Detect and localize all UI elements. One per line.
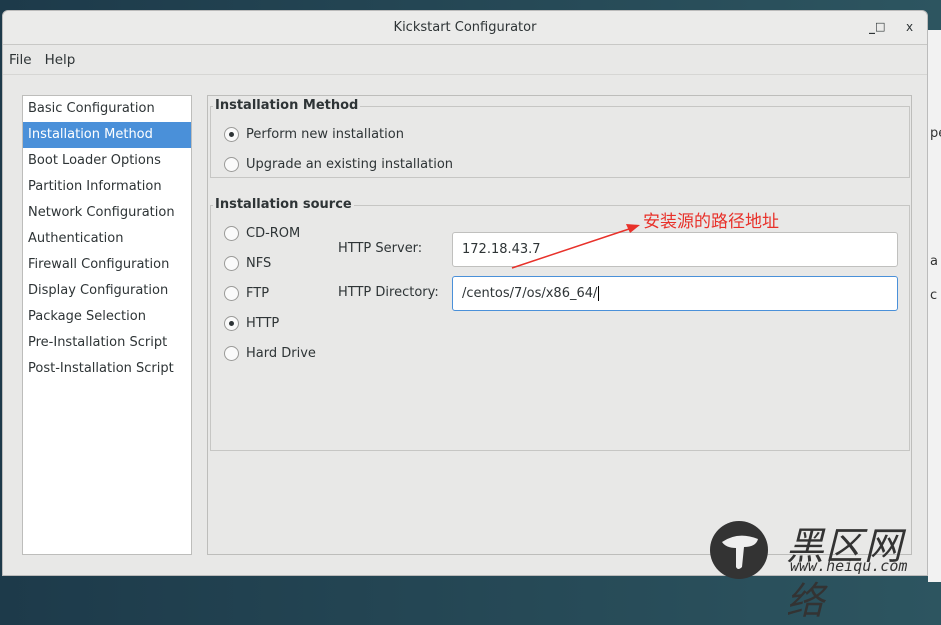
mushroom-logo-icon — [710, 521, 768, 579]
watermark-url: www.heiqu.com — [790, 557, 908, 575]
watermark-logo: 黑区网络 www.heiqu.com — [708, 519, 938, 623]
annotation-text: 安装源的路径地址 — [643, 212, 779, 232]
annotation-arrow — [511, 224, 640, 269]
